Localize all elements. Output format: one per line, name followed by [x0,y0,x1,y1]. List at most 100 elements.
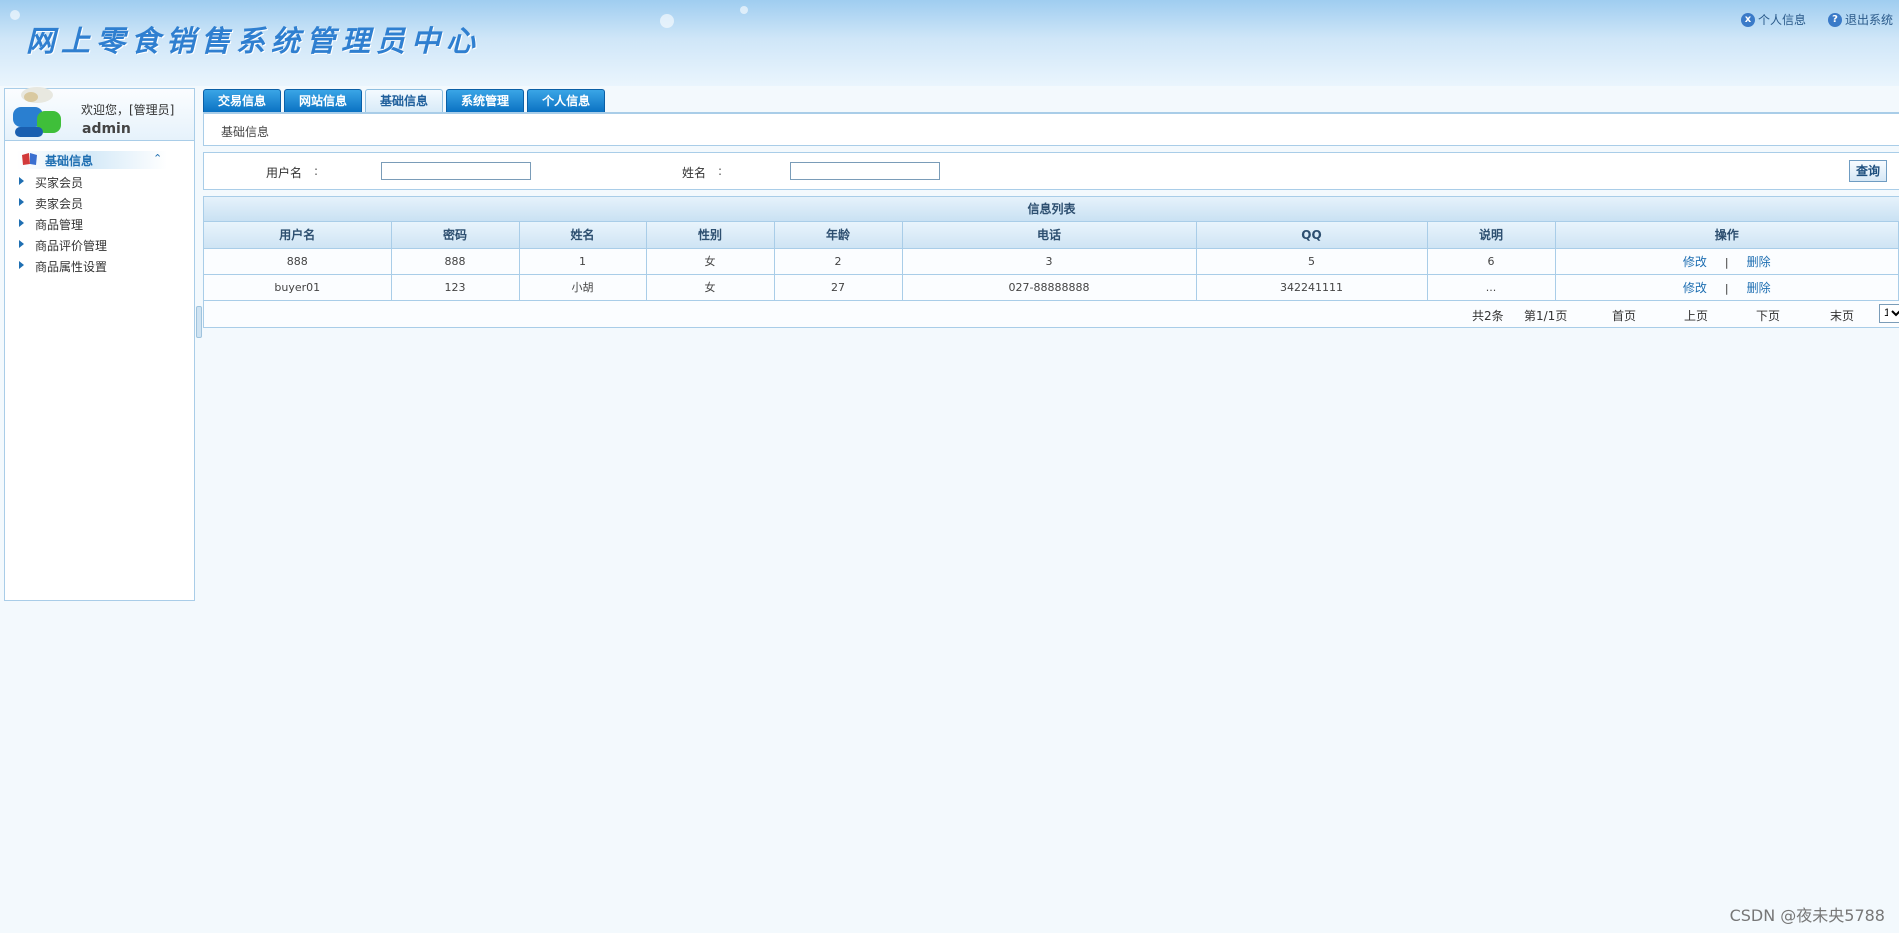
search-bar: 用户名 : 姓名 : 查询 [203,152,1899,190]
username-label: 用户名 [266,166,303,180]
table-cell: 888 [204,248,392,275]
menu-item-label: 商品属性设置 [35,260,108,274]
arrow-right-icon [19,240,24,248]
tab-personal-info[interactable]: 个人信息 [527,89,606,112]
menu-item-buyers[interactable]: 买家会员 [5,171,194,192]
name-label: 姓名 [682,166,707,180]
table-row: 888 888 1 女 2 3 5 6 修改 | 删除 [204,248,1899,275]
collapse-up-icon[interactable]: ⌃ [153,152,162,165]
info-grid: 信息列表 用户名 密码 姓名 性别 年龄 电话 QQ 说明 操作 888 888 [203,196,1899,328]
personal-info-link[interactable]: x 个人信息 [1740,11,1806,28]
logout-label: 退出系统 [1844,13,1893,27]
action-cell: 修改 | 删除 [1555,248,1899,275]
welcome-text: 欢迎您，[管理员] [81,103,175,117]
header-banner: 网上零食销售系统管理员中心 x 个人信息 ? 退出系统 [0,0,1899,86]
decor-dot [660,14,674,28]
query-button[interactable]: 查询 [1849,160,1887,182]
menu-section-label: 基础信息 [45,154,94,168]
table-cell: buyer01 [204,274,392,301]
menu-item-label: 商品管理 [35,218,84,232]
tab-site-info[interactable]: 网站信息 [284,89,363,112]
table-cell: 123 [391,274,520,301]
tab-system-manage[interactable]: 系统管理 [446,89,525,112]
menu-item-label: 卖家会员 [35,197,84,211]
pager-prev-link[interactable]: 上页 [1684,307,1708,324]
pager-next-link[interactable]: 下页 [1756,307,1780,324]
tab-trade-info[interactable]: 交易信息 [203,89,282,112]
col-header: 密码 [391,222,520,249]
table-header-row: 用户名 密码 姓名 性别 年龄 电话 QQ 说明 操作 [204,222,1899,249]
pager-page: 第1/1页 [1524,308,1568,323]
menu-item-sellers[interactable]: 卖家会员 [5,192,194,213]
edit-link[interactable]: 修改 [1683,255,1707,269]
table-cell: 027-88888888 [902,274,1197,301]
menu-item-products[interactable]: 商品管理 [5,213,194,234]
username-input[interactable] [381,162,531,180]
action-separator: | [1724,281,1729,295]
name-colon: : [718,164,723,178]
info-icon: x [1740,12,1755,27]
menu-item-label: 商品评价管理 [35,239,108,253]
col-header: 姓名 [519,222,647,249]
arrow-right-icon [19,261,24,269]
breadcrumb: 基础信息 [203,112,1899,146]
book-icon [22,153,37,165]
decor-dot [740,6,748,14]
table-cell: 1 [519,248,647,275]
username-colon: : [314,164,319,178]
pager-total: 共2条 [1472,308,1504,323]
logout-link[interactable]: ? 退出系统 [1827,11,1893,28]
table-cell: ... [1427,274,1556,301]
menu-item-label: 买家会员 [35,176,84,190]
help-icon: ? [1827,12,1842,27]
grid-title: 信息列表 [204,197,1899,222]
pager-last-link[interactable]: 末页 [1830,307,1854,324]
breadcrumb-text: 基础信息 [221,125,270,139]
table-cell: 2 [774,248,903,275]
table-cell: 小胡 [519,274,647,301]
pager: 共2条 第1/1页 首页 上页 下页 末页 1 [204,300,1899,327]
personal-info-label: 个人信息 [1757,13,1806,27]
delete-link[interactable]: 删除 [1747,255,1771,269]
user-box: 欢迎您，[管理员] admin [5,87,194,141]
table-cell: 3 [902,248,1197,275]
action-cell: 修改 | 删除 [1555,274,1899,301]
col-header: 年龄 [774,222,903,249]
name-input[interactable] [790,162,940,180]
sidebar: 欢迎您，[管理员] admin 基础信息 ⌃ 买家会员 卖家会员 商品管理 商品… [4,87,195,601]
col-header: 电话 [902,222,1197,249]
col-header: 性别 [646,222,775,249]
col-header: 说明 [1427,222,1556,249]
arrow-right-icon [19,177,24,185]
table-cell: 女 [646,248,775,275]
site-title: 网上零食销售系统管理员中心 [26,24,482,58]
col-header: 操作 [1555,222,1899,249]
col-header: QQ [1196,222,1428,249]
table-row: buyer01 123 小胡 女 27 027-88888888 3422411… [204,274,1899,301]
col-header: 用户名 [204,222,392,249]
top-tabs: 交易信息 网站信息 基础信息 系统管理 个人信息 [203,89,606,112]
menu-item-attributes[interactable]: 商品属性设置 [5,255,194,276]
menu-item-reviews[interactable]: 商品评价管理 [5,234,194,255]
table-cell: 342241111 [1196,274,1428,301]
table-cell: 888 [391,248,520,275]
menu-list: 买家会员 卖家会员 商品管理 商品评价管理 商品属性设置 [5,171,194,276]
username-text: admin [82,121,131,137]
tab-basic-info[interactable]: 基础信息 [365,89,444,112]
page-select[interactable]: 1 [1879,303,1899,323]
delete-link[interactable]: 删除 [1747,281,1771,295]
arrow-right-icon [19,219,24,227]
action-separator: | [1724,255,1729,269]
table-cell: 27 [774,274,903,301]
table-cell: 女 [646,274,775,301]
avatar-icon [13,87,61,137]
top-links: x 个人信息 ? 退出系统 [1740,11,1893,28]
arrow-right-icon [19,198,24,206]
edit-link[interactable]: 修改 [1683,281,1707,295]
table-cell: 6 [1427,248,1556,275]
menu-section-header[interactable]: 基础信息 ⌃ [17,151,167,169]
decor-dot [10,10,20,20]
sidebar-collapse-handle[interactable] [196,306,202,338]
pager-first-link[interactable]: 首页 [1612,307,1636,324]
table-cell: 5 [1196,248,1428,275]
